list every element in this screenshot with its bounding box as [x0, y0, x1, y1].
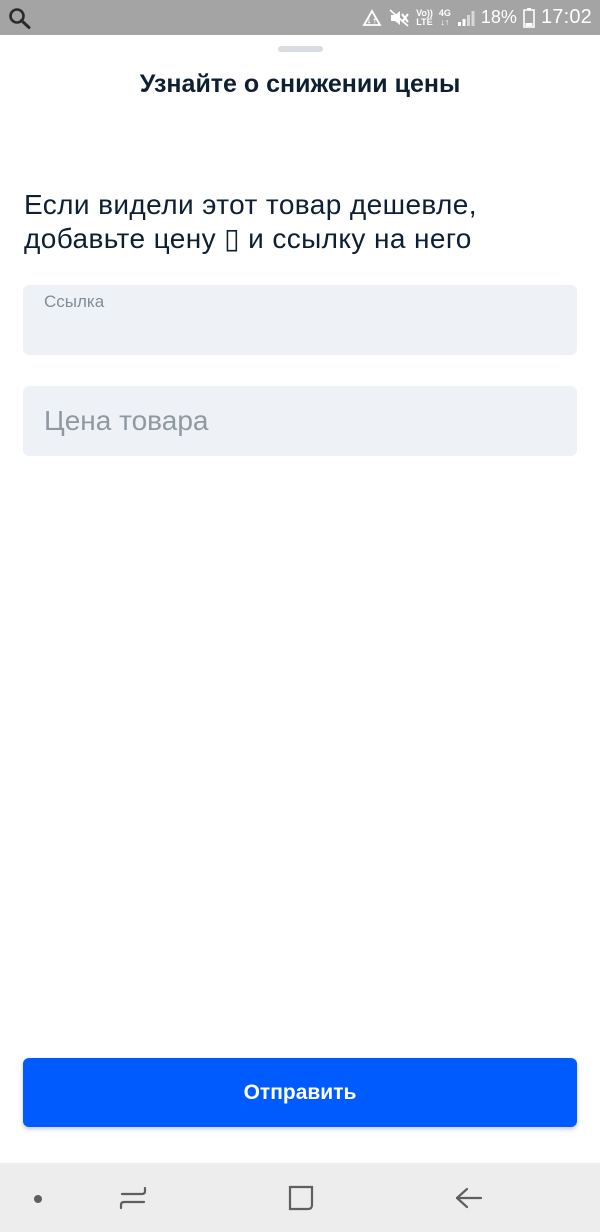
svg-text:↓↑: ↓↑ [366, 17, 378, 25]
prompt-text: Если видели этот товар дешевле, добавьте… [24, 188, 584, 256]
price-input[interactable] [44, 386, 554, 456]
submit-button[interactable]: Отправить [23, 1058, 577, 1127]
data-saver-icon: ↓↑ [362, 8, 382, 27]
search-icon[interactable] [8, 7, 32, 29]
volte-bottom-label: LTE [416, 16, 433, 27]
status-icons: ↓↑ Vo)) LTE 4G ↓↑ 18% 17:02 [362, 0, 592, 35]
battery-icon [523, 7, 535, 28]
back-icon[interactable] [446, 1163, 492, 1232]
link-input[interactable] [44, 313, 554, 347]
signal-icon [457, 9, 475, 27]
nav-bar [0, 1163, 600, 1232]
dot-icon[interactable] [34, 1195, 42, 1203]
price-field[interactable] [23, 386, 577, 456]
recent-apps-icon[interactable] [110, 1163, 156, 1232]
clock: 17:02 [540, 6, 592, 28]
battery-percent: 18% [480, 7, 517, 27]
prompt-line-1: Если видели этот товар дешевле, [24, 189, 477, 220]
link-field-label: Ссылка [44, 292, 105, 311]
prompt-line-2: добавьте цену ▯ и ссылку на него [24, 223, 472, 254]
status-bar: ↓↑ Vo)) LTE 4G ↓↑ 18% 17:02 [0, 0, 600, 35]
mute-icon [388, 8, 410, 28]
link-field[interactable]: Ссылка [23, 285, 577, 355]
sheet-drag-handle[interactable] [278, 46, 323, 52]
home-icon[interactable] [278, 1163, 324, 1232]
volte-icon: Vo)) LTE [416, 8, 433, 27]
sheet-title: Узнайте о снижении цены [139, 70, 461, 98]
network-4g-icon: 4G ↓↑ [438, 7, 451, 27]
